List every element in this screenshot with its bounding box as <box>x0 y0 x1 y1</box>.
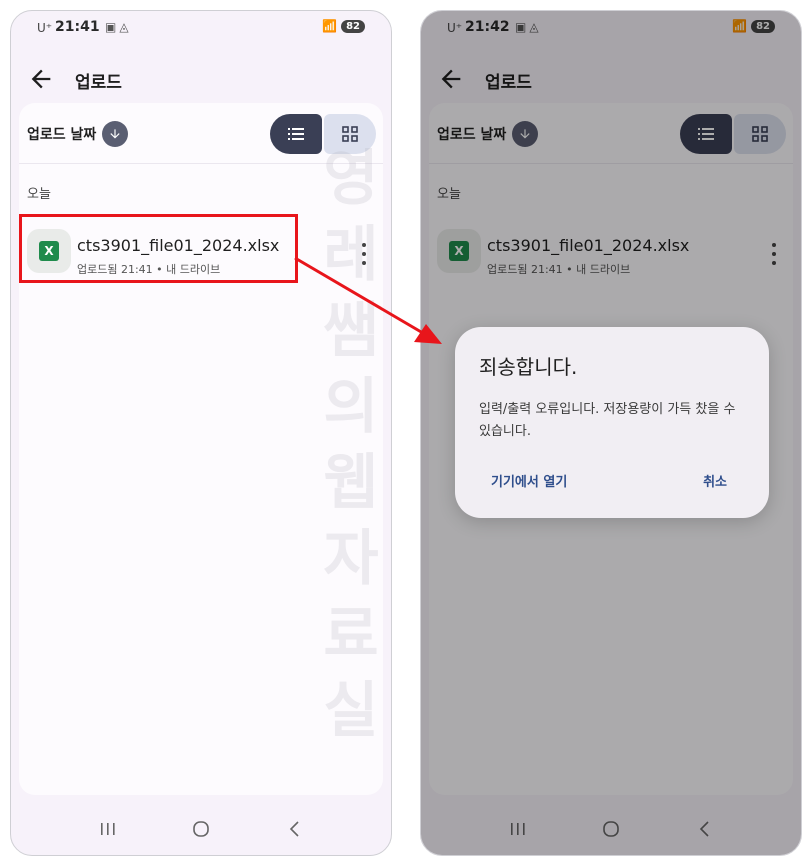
open-on-device-button[interactable]: 기기에서 열기 <box>491 471 567 490</box>
error-dialog: 죄송합니다. 입력/출력 오류입니다. 저장용량이 가득 찼을 수 있습니다. … <box>455 327 769 518</box>
sort-label: 업로드 날짜 <box>27 127 97 143</box>
dialog-message: 입력/출력 오류입니다. 저장용량이 가득 찼을 수 있습니다. <box>479 402 736 439</box>
grid-view-icon <box>342 126 358 142</box>
back-arrow-icon[interactable] <box>27 65 55 93</box>
status-right: 📶 82 <box>322 19 365 33</box>
back-nav-button[interactable] <box>279 814 309 844</box>
status-notification-icons: ▣◬ <box>105 20 132 34</box>
recents-button[interactable] <box>93 814 123 844</box>
status-time: 21:41 <box>55 19 100 35</box>
phone-screen-left: U⁺ 21:41 ▣◬ 📶 82 업로드 업로드 날짜 오늘 X cts3901… <box>10 10 392 856</box>
system-nav-bar <box>11 803 391 855</box>
app-bar: 업로드 <box>11 51 391 107</box>
carrier-label: U⁺ <box>37 21 53 35</box>
arrow-down-icon <box>110 129 120 139</box>
highlight-annotation <box>19 214 298 283</box>
page-title: 업로드 <box>75 73 122 93</box>
section-header: 오늘 <box>27 187 51 202</box>
phone-screen-right: U⁺ 21:42 ▣◬ 📶 82 업로드 업로드 날짜 오늘 X cts3901… <box>420 10 802 856</box>
watermark-text: 영레쌤의웹자료실 <box>323 144 379 746</box>
annotation-arrow <box>294 256 442 344</box>
recents-icon <box>100 823 115 835</box>
home-button[interactable] <box>186 814 216 844</box>
battery-indicator: 82 <box>341 19 365 33</box>
wifi-icon: 📶 <box>322 19 338 33</box>
home-icon <box>193 821 209 837</box>
list-view-icon <box>288 128 304 140</box>
status-bar: U⁺ 21:41 ▣◬ 📶 82 <box>11 11 391 45</box>
cancel-button[interactable]: 취소 <box>703 471 727 490</box>
dialog-title: 죄송합니다. <box>479 355 578 379</box>
sort-control[interactable]: 업로드 날짜 <box>27 121 129 147</box>
sort-direction-button[interactable] <box>102 121 129 147</box>
back-nav-icon <box>290 821 299 837</box>
